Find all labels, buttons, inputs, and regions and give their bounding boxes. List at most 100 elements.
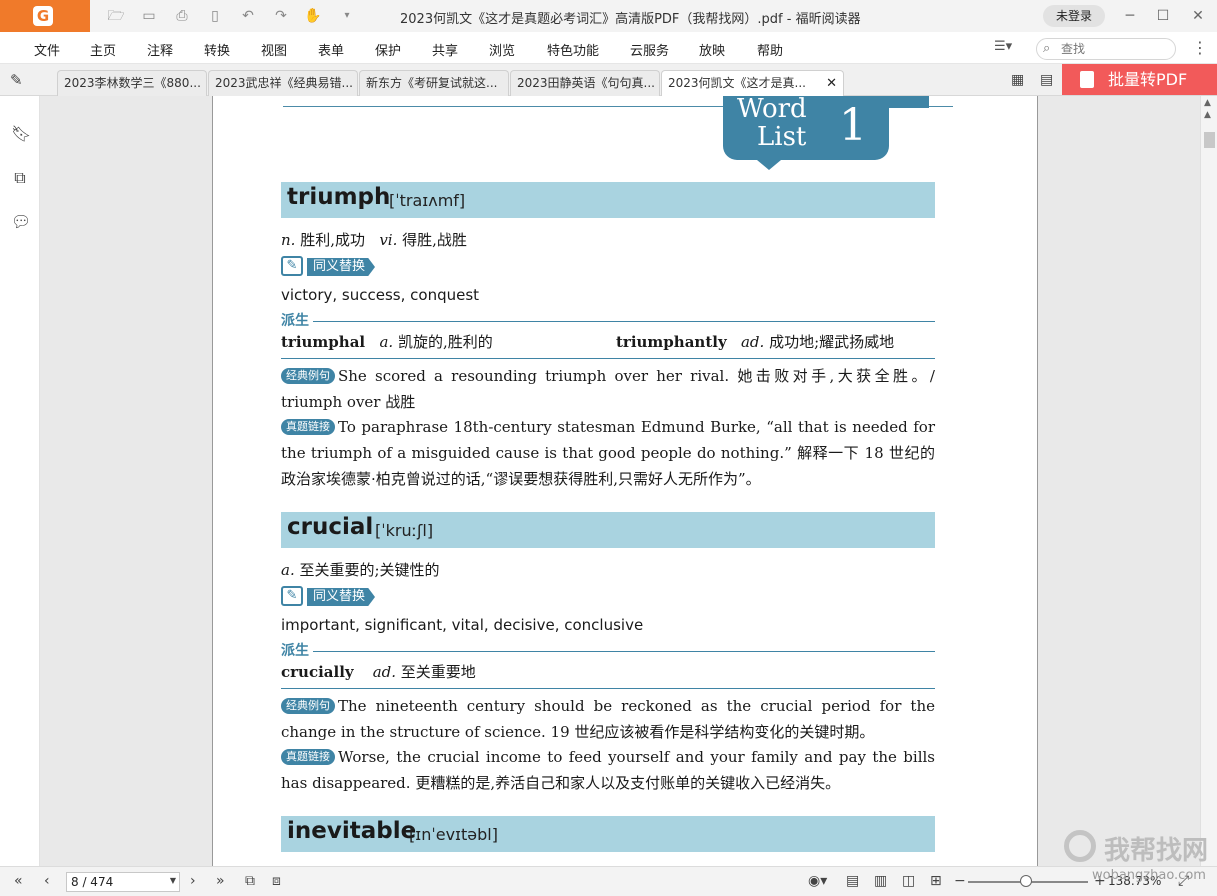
continuous-page-icon[interactable]: ▥ [874,873,887,889]
tab-label: 2023李林数学三《880... [64,76,201,90]
headword: crucial [287,514,374,540]
rotate-view-icon[interactable]: ⧉ [245,873,255,889]
two-page-icon[interactable]: ◫ [902,873,915,889]
example-text: She scored a resounding triumph over her… [281,367,935,411]
tab-doc-4[interactable]: 2023田静英语《句句真... [510,70,660,96]
derive-label: 派生 [281,643,309,659]
page-number-box[interactable]: ▼ [66,872,180,892]
menu-browse[interactable]: 浏览 [489,40,515,59]
comments-icon[interactable]: 💬︎ [11,212,31,232]
login-button[interactable]: 未登录 [1043,5,1105,27]
chevron-down-icon[interactable]: ▼ [170,876,176,885]
single-page-icon[interactable]: ▤ [846,873,859,889]
tab-doc-2[interactable]: 2023武忠祥《经典易错... [208,70,358,96]
zoom-slider-thumb[interactable] [1020,875,1032,887]
page-number-input[interactable] [71,874,161,890]
pos: ad. [740,333,765,351]
scrollbar-thumb[interactable] [1204,132,1215,148]
grid-view-icon[interactable]: ▦ [1011,72,1024,88]
window-title: 2023何凯文《这才是真题必考词汇》高清版PDF（我帮找网）.pdf - 福昕阅… [400,12,861,27]
derive-rule [313,321,935,322]
menu-bar: 文件 主页 注释 转换 视图 表单 保护 共享 浏览 特色功能 云服务 放映 帮… [0,32,1217,64]
menu-form[interactable]: 表单 [318,40,344,59]
extract-pages-icon[interactable]: ⧈ [272,873,281,889]
synonym-label: 同义替换 [307,588,376,606]
ribbon-mode-icon[interactable]: ☰▾ [994,39,1026,54]
example-sentence: 经典例句 She scored a resounding triumph over… [281,363,935,415]
new-doc-icon[interactable]: ▯ [206,7,224,25]
pages-icon[interactable]: ⧉ [11,168,29,188]
document-tab-bar: ✎ 2023李林数学三《880... 2023武忠祥《经典易错... 新东方《考… [0,64,1217,96]
tab-label: 2023何凯文《这才是真... [668,76,806,90]
synonyms: important, significant, vital, decisive,… [281,616,644,634]
reading-mode-icon[interactable]: ◉▾ [808,873,827,889]
menu-features[interactable]: 特色功能 [547,40,599,59]
example-pill: 经典例句 [281,368,335,384]
real-exam-link: 真题链接 Worse, the crucial income to feed yo… [281,744,935,796]
menu-view[interactable]: 视图 [261,40,287,59]
tab-doc-5-active[interactable]: 2023何凯文《这才是真... ✕ [661,70,844,96]
menu-comment[interactable]: 注释 [147,40,173,59]
next-page-icon[interactable]: › [190,873,196,889]
section-rule [281,688,935,689]
first-page-icon[interactable]: « [14,873,23,889]
bookmark-icon[interactable]: 🔖︎ [11,124,31,144]
edit-pen-icon[interactable]: ✎ [10,71,23,89]
undo-icon[interactable]: ↶ [239,7,257,25]
app-logo[interactable]: G [0,0,90,32]
menu-cloud[interactable]: 云服务 [630,40,669,59]
headword: inevitable [287,818,417,844]
minimize-icon[interactable]: ─ [1120,6,1140,26]
watermark-cn: 我帮找网 [1104,836,1209,866]
badge-list: List [757,122,807,152]
batch-convert-button[interactable]: 批量转PDF [1062,64,1217,95]
search-box[interactable]: ⌕ [1036,38,1176,60]
zoom-out-icon[interactable]: − [954,873,966,889]
def-text: 成功地;耀武扬威地 [769,333,895,351]
pen-icon: ✎ [281,586,303,606]
save-icon[interactable]: ▭ [140,7,158,25]
menu-protect[interactable]: 保护 [375,40,401,59]
phonetic: [ɪnˈevɪtəbl] [409,825,498,844]
pos: ad. [372,663,397,681]
tab-label: 2023田静英语《句句真... [517,76,655,90]
def-text: 胜利,成功 [300,231,365,249]
badge-tab [889,96,929,108]
section-rule [281,358,935,359]
close-window-icon[interactable]: ✕ [1188,6,1208,26]
redo-icon[interactable]: ↷ [272,7,290,25]
menu-slideshow[interactable]: 放映 [699,40,725,59]
foxit-logo-icon: G [33,6,53,26]
menu-file[interactable]: 文件 [34,40,60,59]
prev-page-icon[interactable]: ‹ [44,873,50,889]
customize-toolbar-icon[interactable]: ▾ [338,7,356,25]
def-text: 得胜,战胜 [402,231,467,249]
tab-doc-1[interactable]: 2023李林数学三《880... [57,70,207,96]
document-viewport[interactable]: Word List 1 triumph [ˈtraɪʌmf] n. 胜利,成功 … [40,96,1200,866]
list-view-icon[interactable]: ▤ [1040,72,1053,88]
tab-label: 新东方《考研复试就这... [366,76,498,90]
derivative-1: triumphal a. 凯旋的,胜利的 [281,331,493,352]
derive-label: 派生 [281,313,309,329]
maximize-icon[interactable]: ☐ [1153,6,1173,26]
scroll-up-icon[interactable]: ▲ [1204,110,1211,120]
tab-label: 2023武忠祥《经典易错... [215,76,353,90]
two-page-continuous-icon[interactable]: ⊞ [930,873,942,889]
derived-word: triumphal [281,333,366,351]
search-input[interactable] [1061,41,1169,57]
scroll-up-icon[interactable]: ▲ [1204,98,1211,108]
print-icon[interactable]: ⎙ [173,7,191,25]
menu-convert[interactable]: 转换 [204,40,230,59]
tab-doc-3[interactable]: 新东方《考研复试就这... [359,70,509,96]
more-options-icon[interactable]: ⋮ [1192,38,1208,57]
vertical-scrollbar[interactable]: ▲ ▲ [1200,96,1217,866]
open-folder-icon[interactable]: 🗁 [107,7,125,25]
menu-help[interactable]: 帮助 [757,40,783,59]
tab-close-icon[interactable]: ✕ [826,71,837,96]
menu-share[interactable]: 共享 [432,40,458,59]
headword-bar: inevitable [ɪnˈevɪtəbl] [281,816,935,852]
derivative-2: triumphantly ad. 成功地;耀武扬威地 [616,331,894,352]
last-page-icon[interactable]: » [216,873,225,889]
menu-home[interactable]: 主页 [90,40,116,59]
hand-tool-icon[interactable]: ✋ [304,7,322,25]
